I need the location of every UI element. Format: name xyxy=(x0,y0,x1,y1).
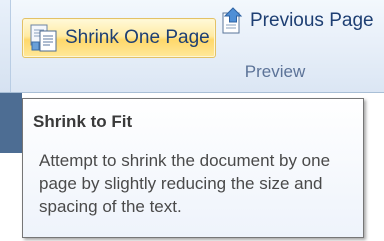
shrink-one-page-button[interactable]: Shrink One Page xyxy=(22,18,216,58)
left-edge-bar xyxy=(0,93,22,153)
tooltip-title: Shrink to Fit xyxy=(33,112,133,131)
screen: Shrink One Page Previous Page Preview Sh… xyxy=(0,0,384,241)
ribbon-left-edge xyxy=(0,0,11,92)
shrink-one-page-icon xyxy=(29,23,59,53)
shrink-one-page-label: Shrink One Page xyxy=(65,27,210,48)
previous-page-button[interactable]: Previous Page xyxy=(220,6,374,36)
previous-page-icon xyxy=(220,7,246,35)
tooltip: Shrink to Fit Attempt to shrink the docu… xyxy=(22,98,364,238)
ribbon: Shrink One Page Previous Page Preview xyxy=(0,0,384,93)
tooltip-description: Attempt to shrink the document by one pa… xyxy=(39,151,331,216)
preview-group-label: Preview xyxy=(244,62,306,81)
previous-page-label: Previous Page xyxy=(250,10,374,31)
